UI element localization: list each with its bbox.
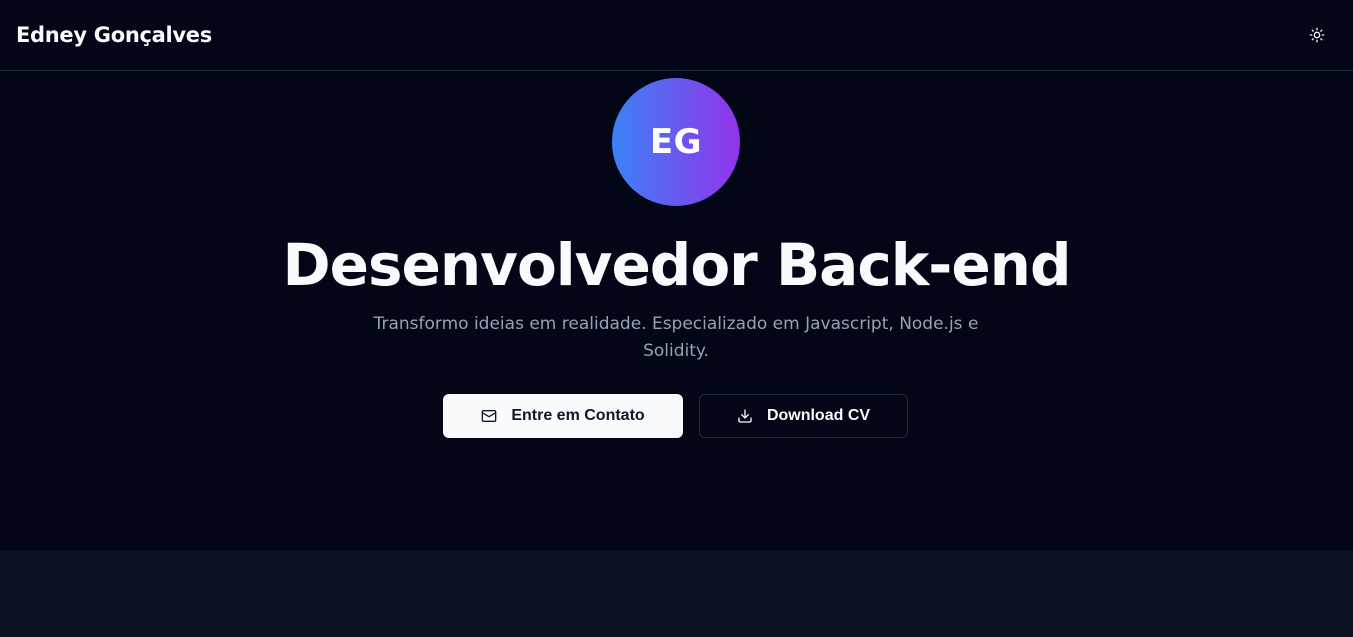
download-cv-button-label: Download CV [766, 407, 871, 424]
theme-toggle-button[interactable] [1303, 21, 1331, 49]
brand-name[interactable]: Edney Gonçalves [16, 23, 212, 47]
avatar: EG [612, 78, 740, 206]
mail-icon [481, 410, 497, 422]
download-cv-button[interactable]: Download CV [699, 394, 908, 438]
hero-subtitle: Transformo ideias em realidade. Especial… [373, 314, 979, 361]
sun-icon [1309, 27, 1325, 43]
contact-button[interactable]: Entre em Contato [443, 394, 683, 438]
site-header: Edney Gonçalves [0, 0, 1353, 71]
contact-button-label: Entre em Contato [511, 407, 645, 424]
next-section [0, 550, 1353, 637]
hero-section: EG Desenvolvedor Back-end Transformo ide… [0, 71, 1353, 550]
download-icon [738, 409, 752, 423]
hero-title: Desenvolvedor Back-end [282, 231, 1072, 299]
avatar-initials: EG [649, 122, 703, 162]
